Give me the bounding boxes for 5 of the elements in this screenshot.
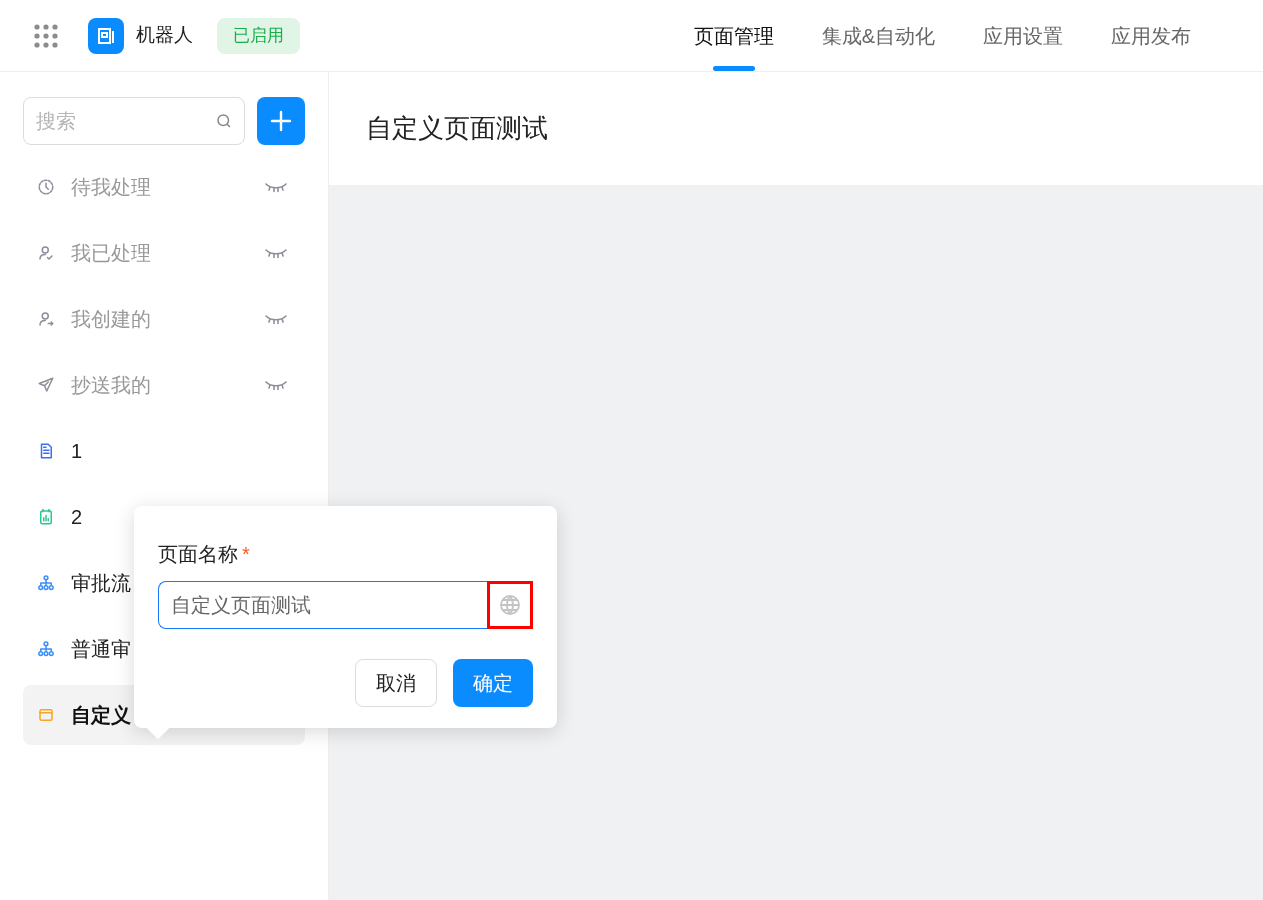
field-label: 页面名称 (158, 542, 238, 567)
required-mark: * (242, 542, 250, 567)
page-title: 自定义页面测试 (366, 112, 548, 145)
app-name: 机器人 (136, 23, 193, 48)
status-badge: 已启用 (217, 17, 300, 54)
